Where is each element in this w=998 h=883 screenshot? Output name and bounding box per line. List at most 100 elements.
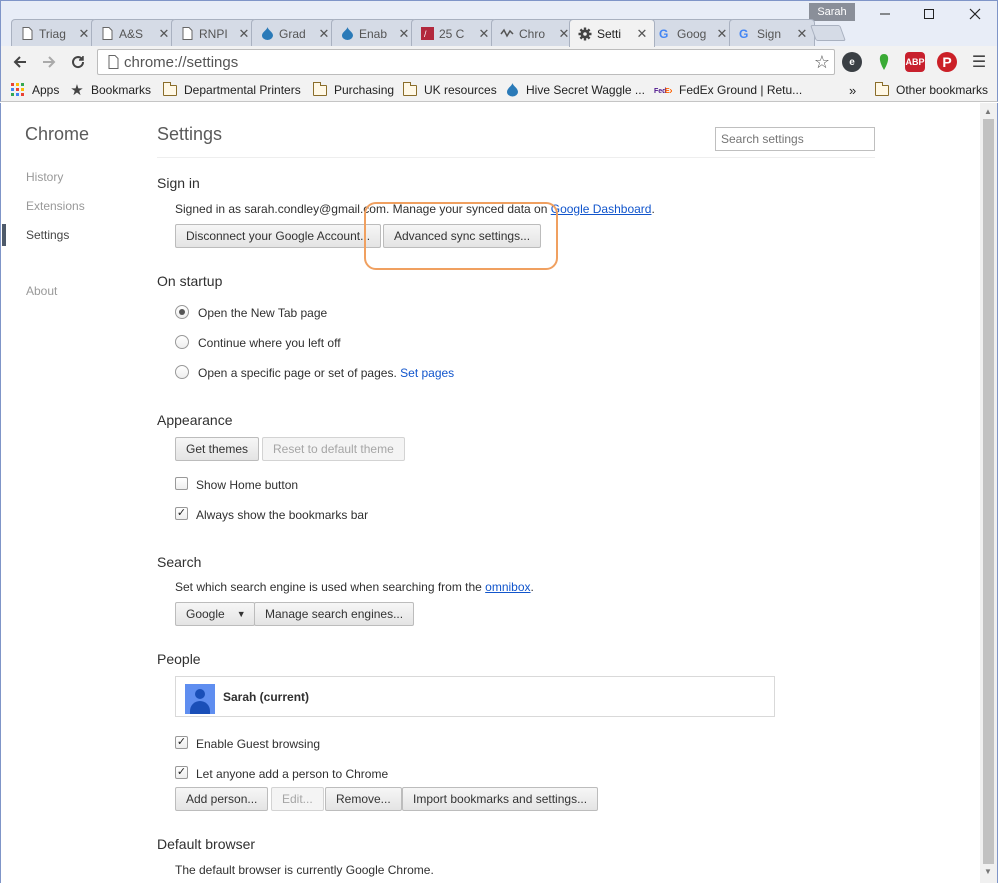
google-icon: G [658,27,672,41]
sidebar-item-settings[interactable]: Settings [26,228,69,242]
sidebar-item-about[interactable]: About [26,284,57,298]
startup-radio-specific-pages[interactable] [175,365,189,379]
tab-enab[interactable]: Enab ✕ [331,19,417,47]
tab-close-icon[interactable]: ✕ [478,27,490,40]
bookmark-uk-resources[interactable]: UK resources [402,81,497,99]
search-engine-select[interactable]: Google ▼ [175,602,255,626]
vertical-scrollbar[interactable]: ▲ ▼ [980,103,998,883]
sidebar-item-extensions[interactable]: Extensions [26,199,85,213]
tab-rnpi[interactable]: RNPI ✕ [171,19,257,47]
svg-text:G: G [659,27,668,40]
tab-goog[interactable]: G Goog ✕ [649,19,735,47]
import-bookmarks-button[interactable]: Import bookmarks and settings... [402,787,599,811]
disconnect-account-button[interactable]: Disconnect your Google Account... [175,224,382,248]
section-heading-sign-in: Sign in [157,175,200,191]
tab-close-icon[interactable]: ✕ [318,27,330,40]
get-themes-button[interactable]: Get themes [175,437,260,461]
tab-settings[interactable]: Setti ✕ [569,19,655,47]
startup-radio-new-tab[interactable] [175,305,189,319]
tab-label: Enab [359,26,388,41]
apps-icon [10,83,26,97]
bookmark-label: Bookmarks [91,83,152,97]
tab-triage[interactable]: Triag ✕ [11,19,97,47]
reset-theme-button[interactable]: Reset to default theme [262,437,405,461]
bookmark-departmental-printers[interactable]: Departmental Printers [162,81,301,99]
scrollbar-thumb[interactable] [983,119,994,864]
people-list: Sarah (current) [175,676,775,717]
tab-close-icon[interactable]: ✕ [636,27,648,40]
tab-grad[interactable]: Grad ✕ [251,19,337,47]
close-window-button[interactable] [953,1,997,31]
minimize-button[interactable] [863,1,907,31]
tab-close-icon[interactable]: ✕ [796,27,808,40]
tab-label: Grad [279,26,306,41]
tab-close-icon[interactable]: ✕ [398,27,410,40]
show-home-checkbox[interactable] [175,477,188,490]
current-user-name[interactable]: Sarah (current) [223,690,309,704]
google-dashboard-link[interactable]: Google Dashboard [551,202,652,216]
profile-badge[interactable]: Sarah [809,3,855,21]
url-text[interactable]: chrome://settings [124,54,810,71]
bookmark-label: FedEx Ground | Retu... [679,83,803,97]
chrome-menu-icon[interactable]: ☰ [969,52,989,72]
reload-button[interactable] [66,50,90,74]
svg-text:Ex: Ex [665,88,672,94]
bookmark-fedex[interactable]: Fed Ex FedEx Ground | Retu... [653,81,802,99]
anyone-add-person-checkbox[interactable]: ✓ [175,766,188,779]
tab-close-icon[interactable]: ✕ [238,27,250,40]
bookmark-other-bookmarks[interactable]: Other bookmarks [874,81,988,99]
startup-radio-continue[interactable] [175,335,189,349]
manage-search-engines-button[interactable]: Manage search engines... [254,602,415,626]
forward-button[interactable] [37,50,61,74]
pinterest-icon[interactable]: P [937,52,957,72]
tab-as[interactable]: A&S ✕ [91,19,177,47]
extension-evernote-icon[interactable] [874,52,894,72]
bookmarks-bar-label: Always show the bookmarks bar [196,508,369,522]
tab-close-icon[interactable]: ✕ [716,27,728,40]
sidebar-title: Chrome [25,124,90,144]
search-settings-input[interactable] [715,127,875,151]
edit-person-button[interactable]: Edit... [271,787,324,811]
tab-chro[interactable]: Chro ✕ [491,19,577,47]
fedex-icon: Fed Ex [653,83,673,97]
section-heading-default-browser: Default browser [157,836,256,852]
tab-sign[interactable]: G Sign ✕ [729,19,815,47]
bookmark-bookmarks[interactable]: ★ Bookmarks [69,81,151,99]
header-divider [157,157,875,158]
set-pages-link[interactable]: Set pages [400,366,454,380]
avatar [185,684,215,714]
search-engine-value: Google [186,607,225,621]
page-icon [100,27,114,41]
bookmarks-overflow-button[interactable]: » [849,81,856,99]
remove-person-button[interactable]: Remove... [325,787,402,811]
bookmark-star-icon[interactable]: ☆ [810,52,834,73]
tab-25c[interactable]: / 25 C ✕ [411,19,497,47]
scroll-up-icon[interactable]: ▲ [984,107,992,116]
maximize-button[interactable] [907,1,951,31]
new-tab-button[interactable] [810,25,846,41]
omnibox-link[interactable]: omnibox [485,580,530,594]
sidebar-item-history[interactable]: History [26,170,63,184]
bookmark-purchasing[interactable]: Purchasing [312,81,394,99]
advanced-sync-settings-button[interactable]: Advanced sync settings... [383,224,542,248]
anyone-add-person-label: Let anyone add a person to Chrome [196,767,389,781]
adblock-plus-icon[interactable]: ABP [905,52,925,72]
extension-e-icon[interactable]: e [842,52,862,72]
address-bar[interactable]: chrome://settings ☆ [97,49,835,75]
bookmark-apps[interactable]: Apps [10,81,59,99]
tab-label: Sign [757,26,782,41]
section-heading-people: People [157,651,201,667]
gear-icon [578,27,592,41]
scroll-down-icon[interactable]: ▼ [984,867,992,876]
add-person-button[interactable]: Add person... [175,787,269,811]
guest-browsing-checkbox[interactable]: ✓ [175,736,188,749]
tab-close-icon[interactable]: ✕ [158,27,170,40]
back-button[interactable] [8,50,32,74]
wave-icon [500,27,514,41]
tab-close-icon[interactable]: ✕ [78,27,90,40]
bookmarks-bar-checkbox[interactable]: ✓ [175,507,188,520]
period: . [530,580,534,594]
forward-arrow-icon [43,56,56,68]
section-heading-search: Search [157,554,202,570]
bookmark-hive[interactable]: Hive Secret Waggle ... [504,81,645,99]
